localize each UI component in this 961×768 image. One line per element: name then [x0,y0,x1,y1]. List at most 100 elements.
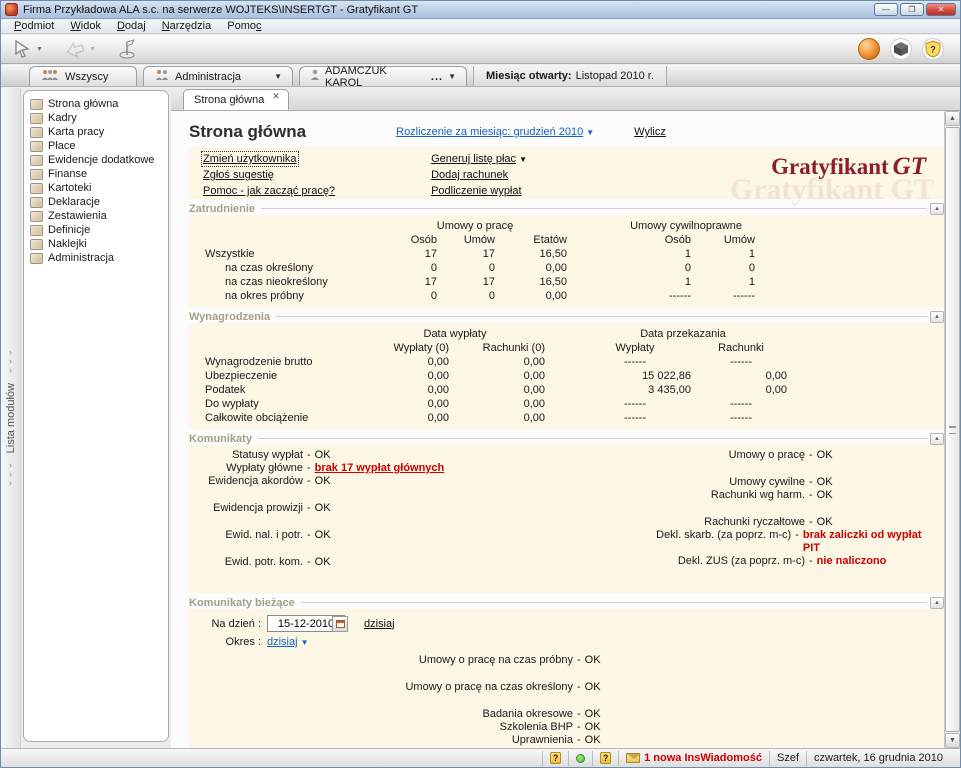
chevron-down-icon[interactable]: ▼ [274,72,282,81]
status-row: Dekl. ZUS (za poprz. m-c)-nie naliczono [555,555,934,568]
help-status-2[interactable]: ? [592,751,618,766]
group-icon [154,69,170,84]
status-row: Ewid. potr. kom.-OK [203,556,555,569]
chevron-down-icon[interactable]: ▼ [89,46,96,53]
sidebar-item-zestawienia[interactable]: Zestawienia [26,209,166,223]
sidebar-item-definicje[interactable]: Definicje [26,223,166,237]
scroll-down-button[interactable]: ▼ [945,733,960,748]
employee-more-button[interactable]: ... [431,71,443,83]
menu-item-dodaj[interactable]: Dodaj [110,20,153,33]
tab-employee[interactable]: ADAMCZUK KAROL ... ▼ [299,66,467,86]
payout-summary-link[interactable]: Podliczenie wypłat [431,185,522,197]
close-tab-icon[interactable]: ✕ [272,92,280,101]
chevron-down-icon: ▼ [519,155,527,164]
sidebar-item-kartoteki[interactable]: Kartoteki [26,181,166,195]
cube-icon[interactable] [890,38,912,60]
collapse-section-button[interactable]: ▲ [930,597,944,609]
insmessage-indicator[interactable]: 1 nowa InsWiadomość [618,751,769,766]
salary-table: Data wypłatyData przekazania Wypłaty (0)… [203,327,789,425]
naklejki-icon [30,239,43,250]
table-row: Całkowite obciążenie0,000,00------------ [203,411,789,425]
svg-text:?: ? [930,45,936,55]
sidebar-item-naklejki[interactable]: Naklejki [26,237,166,251]
calendar-icon [336,620,345,628]
menu-bar: Podmiot Widok Dodaj Narzędzia Pomoc [1,20,960,34]
vertical-scrollbar[interactable]: ▲ ▼ [944,111,960,748]
modules-collapse-strip[interactable]: ››› Lista modułów ››› [1,88,21,748]
today-link[interactable]: dzisiaj [364,618,395,630]
status-row: Rachunki ryczałtowe-OK [555,516,934,529]
status-row: Umowy o pracę na czas określony-OK [203,681,944,694]
help-start-link[interactable]: Pomoc - jak zacząć pracę? [203,185,335,197]
section-header-komunikaty-biezace: Komunikaty bieżące ▲ [189,596,944,609]
menu-item-pomoc[interactable]: Pomoc [220,20,268,33]
table-row: na czas nieokreślony171716,5011 [203,275,757,289]
generate-payroll-link[interactable]: Generuj listę płac▼ [431,153,527,165]
flag-button[interactable] [113,36,141,62]
change-user-link[interactable]: Zmień użytkownika [203,153,297,165]
menu-item-widok[interactable]: Widok [63,20,108,33]
sidebar-item-deklaracje[interactable]: Deklaracje [26,195,166,209]
chevron-down-icon[interactable]: ▼ [36,46,43,53]
sidebar-item-ewidencje-dodatkowe[interactable]: Ewidencje dodatkowe [26,153,166,167]
scrollbar-grip [949,426,956,434]
question-icon: ? [600,752,611,764]
scrollbar-thumb[interactable] [945,127,960,732]
table-row: Ubezpieczenie0,000,0015 022,860,00 [203,369,789,383]
kartoteki-icon [30,183,43,194]
section-header-wynagrodzenia: Wynagrodzenia ▲ [189,310,944,323]
chevron-icons: ››› [9,348,12,375]
status-row: Dekl. skarb. (za poprz. m-c)-brak zalicz… [555,529,934,555]
scroll-up-button[interactable]: ▲ [945,111,960,126]
sidebar-item-administracja[interactable]: Administracja [26,251,166,265]
chevron-down-icon[interactable]: ▼ [448,72,456,81]
sidebar-item-finanse[interactable]: Finanse [26,167,166,181]
menu-item-podmiot[interactable]: Podmiot [7,20,61,33]
status-row: Ewidencja prowizji-OK [203,502,555,515]
section-komunikaty-biezace: Na dzień : dzisiaj Okres : dzisiaj▼ Umow… [189,609,944,748]
chevron-down-icon: ▼ [301,638,309,647]
settlement-month-link[interactable]: Rozliczenie za miesiąc: grudzień 2010▼ [396,126,594,138]
logo-watermark: Gratyfikant GT [730,173,934,207]
app-icon [5,3,18,16]
suggest-link[interactable]: Zgłoś sugestię [203,169,274,181]
table-row: na czas określony000,0000 [203,261,757,275]
context-tab-strip: Wszyscy Administracja ▼ ADAMCZUK KAROL .… [1,65,960,87]
modules-sidebar: Strona główna Kadry Karta pracy Płace Ew… [23,90,169,742]
collapse-section-button[interactable]: ▲ [930,311,944,323]
content-area: Strona główna ✕ Strona główna Rozliczeni… [171,88,960,748]
home-icon [30,99,43,110]
status-row: Badania okresowe-OK [203,708,944,721]
restore-button[interactable]: ❐ [900,3,924,16]
table-row: Wszystkie171716,5011 [203,247,757,261]
status-bar: ? ? 1 nowa InsWiadomość Szef czwartek, 1… [1,748,960,767]
sidebar-item-place[interactable]: Płace [26,139,166,153]
tab-administracja[interactable]: Administracja ▼ [143,66,293,86]
status-row: Umowy o pracę na czas próbny-OK [203,654,944,667]
finanse-icon [30,169,43,180]
chevron-icons: ››› [9,461,12,488]
help-shield-icon[interactable]: ? [922,38,944,60]
quick-links-panel: Zmień użytkownika Zgłoś sugestię Pomoc -… [189,147,944,199]
period-dropdown[interactable]: dzisiaj▼ [267,636,309,648]
section-zatrudnienie: Umowy o pracęUmowy cywilnoprawne OsóbUmó… [189,215,944,307]
administracja-icon [30,253,43,264]
missing-payouts-link[interactable]: brak 17 wypłat głównych [315,462,445,475]
select-tool-button[interactable]: ▼ [9,37,46,61]
tab-wszyscy[interactable]: Wszyscy [29,66,137,86]
help-status-1[interactable]: ? [542,751,568,766]
add-invoice-link[interactable]: Dodaj rachunek [431,169,508,181]
collapse-section-button[interactable]: ▲ [930,433,944,445]
back-button[interactable]: ▼ [60,38,99,60]
minimize-button[interactable]: — [874,3,898,16]
calendar-button[interactable] [332,616,348,632]
wylicz-link[interactable]: Wylicz [634,126,666,138]
close-button[interactable]: ✕ [926,3,956,16]
page-tab-strona-glowna[interactable]: Strona główna ✕ [183,89,289,110]
sidebar-item-karta-pracy[interactable]: Karta pracy [26,125,166,139]
green-status-icon [576,754,585,763]
menu-item-narzedzia[interactable]: Narzędzia [155,20,219,33]
insert-globe-icon[interactable] [858,38,880,60]
sidebar-item-kadry[interactable]: Kadry [26,111,166,125]
sidebar-item-strona-glowna[interactable]: Strona główna [26,97,166,111]
